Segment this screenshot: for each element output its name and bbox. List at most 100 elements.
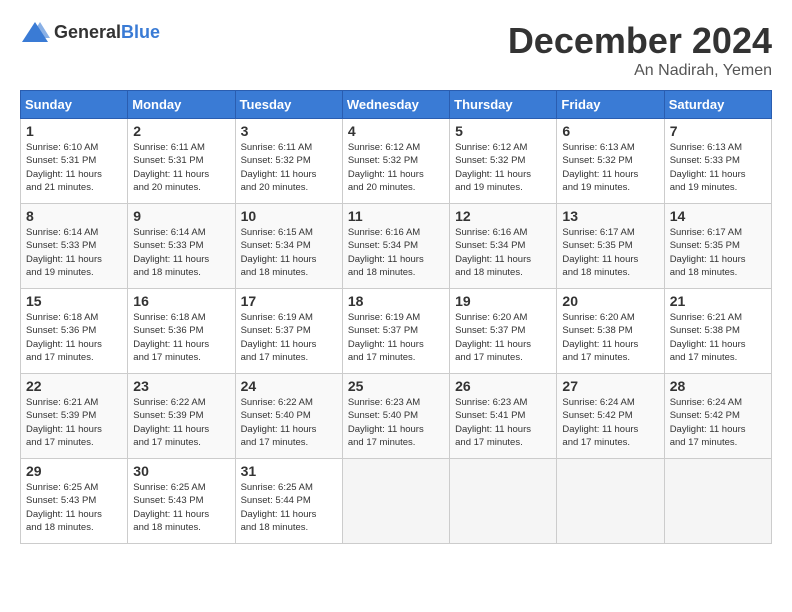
day-info: Sunrise: 6:23 AM Sunset: 5:40 PM Dayligh… xyxy=(348,396,444,449)
day-number: 28 xyxy=(670,378,766,394)
calendar-cell: 26Sunrise: 6:23 AM Sunset: 5:41 PM Dayli… xyxy=(450,374,557,459)
calendar-cell: 5 Sunrise: 6:12 AM Sunset: 5:32 PM Daylig… xyxy=(450,119,557,204)
day-info: Sunrise: 6:21 AM Sunset: 5:38 PM Dayligh… xyxy=(670,311,766,364)
calendar-header-row: SundayMondayTuesdayWednesdayThursdayFrid… xyxy=(21,91,772,119)
day-info: Sunrise: 6:15 AM Sunset: 5:34 PM Dayligh… xyxy=(241,226,337,279)
logo-general: General xyxy=(54,22,121,42)
calendar-header-thursday: Thursday xyxy=(450,91,557,119)
calendar-cell: 18 Sunrise: 6:19 AM Sunset: 5:37 PM Dayli… xyxy=(342,289,449,374)
calendar-cell: 2 Sunrise: 6:11 AM Sunset: 5:31 PM Daylig… xyxy=(128,119,235,204)
day-info: Sunrise: 6:16 AM Sunset: 5:34 PM Dayligh… xyxy=(348,226,444,279)
day-number: 2 xyxy=(133,123,229,139)
day-info: Sunrise: 6:11 AM Sunset: 5:32 PM Dayligh… xyxy=(241,141,337,194)
day-info: Sunrise: 6:16 AM Sunset: 5:34 PM Dayligh… xyxy=(455,226,551,279)
day-number: 3 xyxy=(241,123,337,139)
day-number: 29 xyxy=(26,463,122,479)
day-number: 18 xyxy=(348,293,444,309)
day-number: 23 xyxy=(133,378,229,394)
calendar-header-tuesday: Tuesday xyxy=(235,91,342,119)
day-info: Sunrise: 6:12 AM Sunset: 5:32 PM Dayligh… xyxy=(348,141,444,194)
day-info: Sunrise: 6:13 AM Sunset: 5:33 PM Dayligh… xyxy=(670,141,766,194)
page-header: GeneralBlue December 2024 An Nadirah, Ye… xyxy=(20,20,772,80)
day-number: 30 xyxy=(133,463,229,479)
calendar-cell xyxy=(342,459,449,544)
day-number: 9 xyxy=(133,208,229,224)
day-number: 22 xyxy=(26,378,122,394)
calendar-header-saturday: Saturday xyxy=(664,91,771,119)
day-info: Sunrise: 6:14 AM Sunset: 5:33 PM Dayligh… xyxy=(26,226,122,279)
calendar-cell: 11Sunrise: 6:16 AM Sunset: 5:34 PM Dayli… xyxy=(342,204,449,289)
calendar-table: SundayMondayTuesdayWednesdayThursdayFrid… xyxy=(20,90,772,544)
day-number: 12 xyxy=(455,208,551,224)
calendar-body: 1 Sunrise: 6:10 AM Sunset: 5:31 PM Daylig… xyxy=(21,119,772,544)
day-number: 27 xyxy=(562,378,658,394)
calendar-cell: 28 Sunrise: 6:24 AM Sunset: 5:42 PM Dayli… xyxy=(664,374,771,459)
day-info: Sunrise: 6:11 AM Sunset: 5:31 PM Dayligh… xyxy=(133,141,229,194)
calendar-cell: 21 Sunrise: 6:21 AM Sunset: 5:38 PM Dayli… xyxy=(664,289,771,374)
day-info: Sunrise: 6:10 AM Sunset: 5:31 PM Dayligh… xyxy=(26,141,122,194)
day-number: 19 xyxy=(455,293,551,309)
day-info: Sunrise: 6:22 AM Sunset: 5:39 PM Dayligh… xyxy=(133,396,229,449)
day-number: 7 xyxy=(670,123,766,139)
calendar-cell: 25Sunrise: 6:23 AM Sunset: 5:40 PM Dayli… xyxy=(342,374,449,459)
day-number: 5 xyxy=(455,123,551,139)
day-info: Sunrise: 6:13 AM Sunset: 5:32 PM Dayligh… xyxy=(562,141,658,194)
day-info: Sunrise: 6:25 AM Sunset: 5:44 PM Dayligh… xyxy=(241,481,337,534)
day-info: Sunrise: 6:22 AM Sunset: 5:40 PM Dayligh… xyxy=(241,396,337,449)
day-info: Sunrise: 6:18 AM Sunset: 5:36 PM Dayligh… xyxy=(26,311,122,364)
calendar-cell: 31 Sunrise: 6:25 AM Sunset: 5:44 PM Dayli… xyxy=(235,459,342,544)
calendar-header-monday: Monday xyxy=(128,91,235,119)
calendar-cell: 29 Sunrise: 6:25 AM Sunset: 5:43 PM Dayli… xyxy=(21,459,128,544)
day-number: 1 xyxy=(26,123,122,139)
day-info: Sunrise: 6:20 AM Sunset: 5:37 PM Dayligh… xyxy=(455,311,551,364)
day-number: 15 xyxy=(26,293,122,309)
day-number: 21 xyxy=(670,293,766,309)
calendar-cell: 10Sunrise: 6:15 AM Sunset: 5:34 PM Dayli… xyxy=(235,204,342,289)
calendar-cell: 1 Sunrise: 6:10 AM Sunset: 5:31 PM Daylig… xyxy=(21,119,128,204)
calendar-week-5: 29 Sunrise: 6:25 AM Sunset: 5:43 PM Dayli… xyxy=(21,459,772,544)
calendar-cell: 16 Sunrise: 6:18 AM Sunset: 5:36 PM Dayli… xyxy=(128,289,235,374)
calendar-cell: 17 Sunrise: 6:19 AM Sunset: 5:37 PM Dayli… xyxy=(235,289,342,374)
day-info: Sunrise: 6:25 AM Sunset: 5:43 PM Dayligh… xyxy=(26,481,122,534)
calendar-cell xyxy=(450,459,557,544)
calendar-cell: 19 Sunrise: 6:20 AM Sunset: 5:37 PM Dayli… xyxy=(450,289,557,374)
day-info: Sunrise: 6:18 AM Sunset: 5:36 PM Dayligh… xyxy=(133,311,229,364)
calendar-cell: 3 Sunrise: 6:11 AM Sunset: 5:32 PM Daylig… xyxy=(235,119,342,204)
day-number: 24 xyxy=(241,378,337,394)
day-info: Sunrise: 6:21 AM Sunset: 5:39 PM Dayligh… xyxy=(26,396,122,449)
day-info: Sunrise: 6:24 AM Sunset: 5:42 PM Dayligh… xyxy=(670,396,766,449)
calendar-cell: 24 Sunrise: 6:22 AM Sunset: 5:40 PM Dayli… xyxy=(235,374,342,459)
calendar-week-4: 22 Sunrise: 6:21 AM Sunset: 5:39 PM Dayli… xyxy=(21,374,772,459)
day-info: Sunrise: 6:24 AM Sunset: 5:42 PM Dayligh… xyxy=(562,396,658,449)
calendar-cell: 30 Sunrise: 6:25 AM Sunset: 5:43 PM Dayli… xyxy=(128,459,235,544)
day-number: 17 xyxy=(241,293,337,309)
calendar-header-friday: Friday xyxy=(557,91,664,119)
calendar-cell: 7 Sunrise: 6:13 AM Sunset: 5:33 PM Daylig… xyxy=(664,119,771,204)
calendar-cell: 22 Sunrise: 6:21 AM Sunset: 5:39 PM Dayli… xyxy=(21,374,128,459)
day-number: 16 xyxy=(133,293,229,309)
day-info: Sunrise: 6:20 AM Sunset: 5:38 PM Dayligh… xyxy=(562,311,658,364)
day-info: Sunrise: 6:25 AM Sunset: 5:43 PM Dayligh… xyxy=(133,481,229,534)
calendar-cell: 14Sunrise: 6:17 AM Sunset: 5:35 PM Dayli… xyxy=(664,204,771,289)
day-info: Sunrise: 6:17 AM Sunset: 5:35 PM Dayligh… xyxy=(562,226,658,279)
day-number: 8 xyxy=(26,208,122,224)
calendar-cell: 20 Sunrise: 6:20 AM Sunset: 5:38 PM Dayli… xyxy=(557,289,664,374)
calendar-cell xyxy=(557,459,664,544)
day-info: Sunrise: 6:12 AM Sunset: 5:32 PM Dayligh… xyxy=(455,141,551,194)
calendar-cell: 8 Sunrise: 6:14 AM Sunset: 5:33 PM Daylig… xyxy=(21,204,128,289)
calendar-cell: 13Sunrise: 6:17 AM Sunset: 5:35 PM Dayli… xyxy=(557,204,664,289)
day-number: 31 xyxy=(241,463,337,479)
day-info: Sunrise: 6:23 AM Sunset: 5:41 PM Dayligh… xyxy=(455,396,551,449)
calendar-week-1: 1 Sunrise: 6:10 AM Sunset: 5:31 PM Daylig… xyxy=(21,119,772,204)
calendar-week-2: 8 Sunrise: 6:14 AM Sunset: 5:33 PM Daylig… xyxy=(21,204,772,289)
calendar-cell: 23 Sunrise: 6:22 AM Sunset: 5:39 PM Dayli… xyxy=(128,374,235,459)
day-info: Sunrise: 6:19 AM Sunset: 5:37 PM Dayligh… xyxy=(241,311,337,364)
day-info: Sunrise: 6:19 AM Sunset: 5:37 PM Dayligh… xyxy=(348,311,444,364)
location-title: An Nadirah, Yemen xyxy=(508,62,772,80)
day-number: 14 xyxy=(670,208,766,224)
calendar-header-wednesday: Wednesday xyxy=(342,91,449,119)
day-number: 20 xyxy=(562,293,658,309)
calendar-cell: 27 Sunrise: 6:24 AM Sunset: 5:42 PM Dayli… xyxy=(557,374,664,459)
logo-blue: Blue xyxy=(121,22,160,42)
calendar-cell: 6Sunrise: 6:13 AM Sunset: 5:32 PM Daylig… xyxy=(557,119,664,204)
